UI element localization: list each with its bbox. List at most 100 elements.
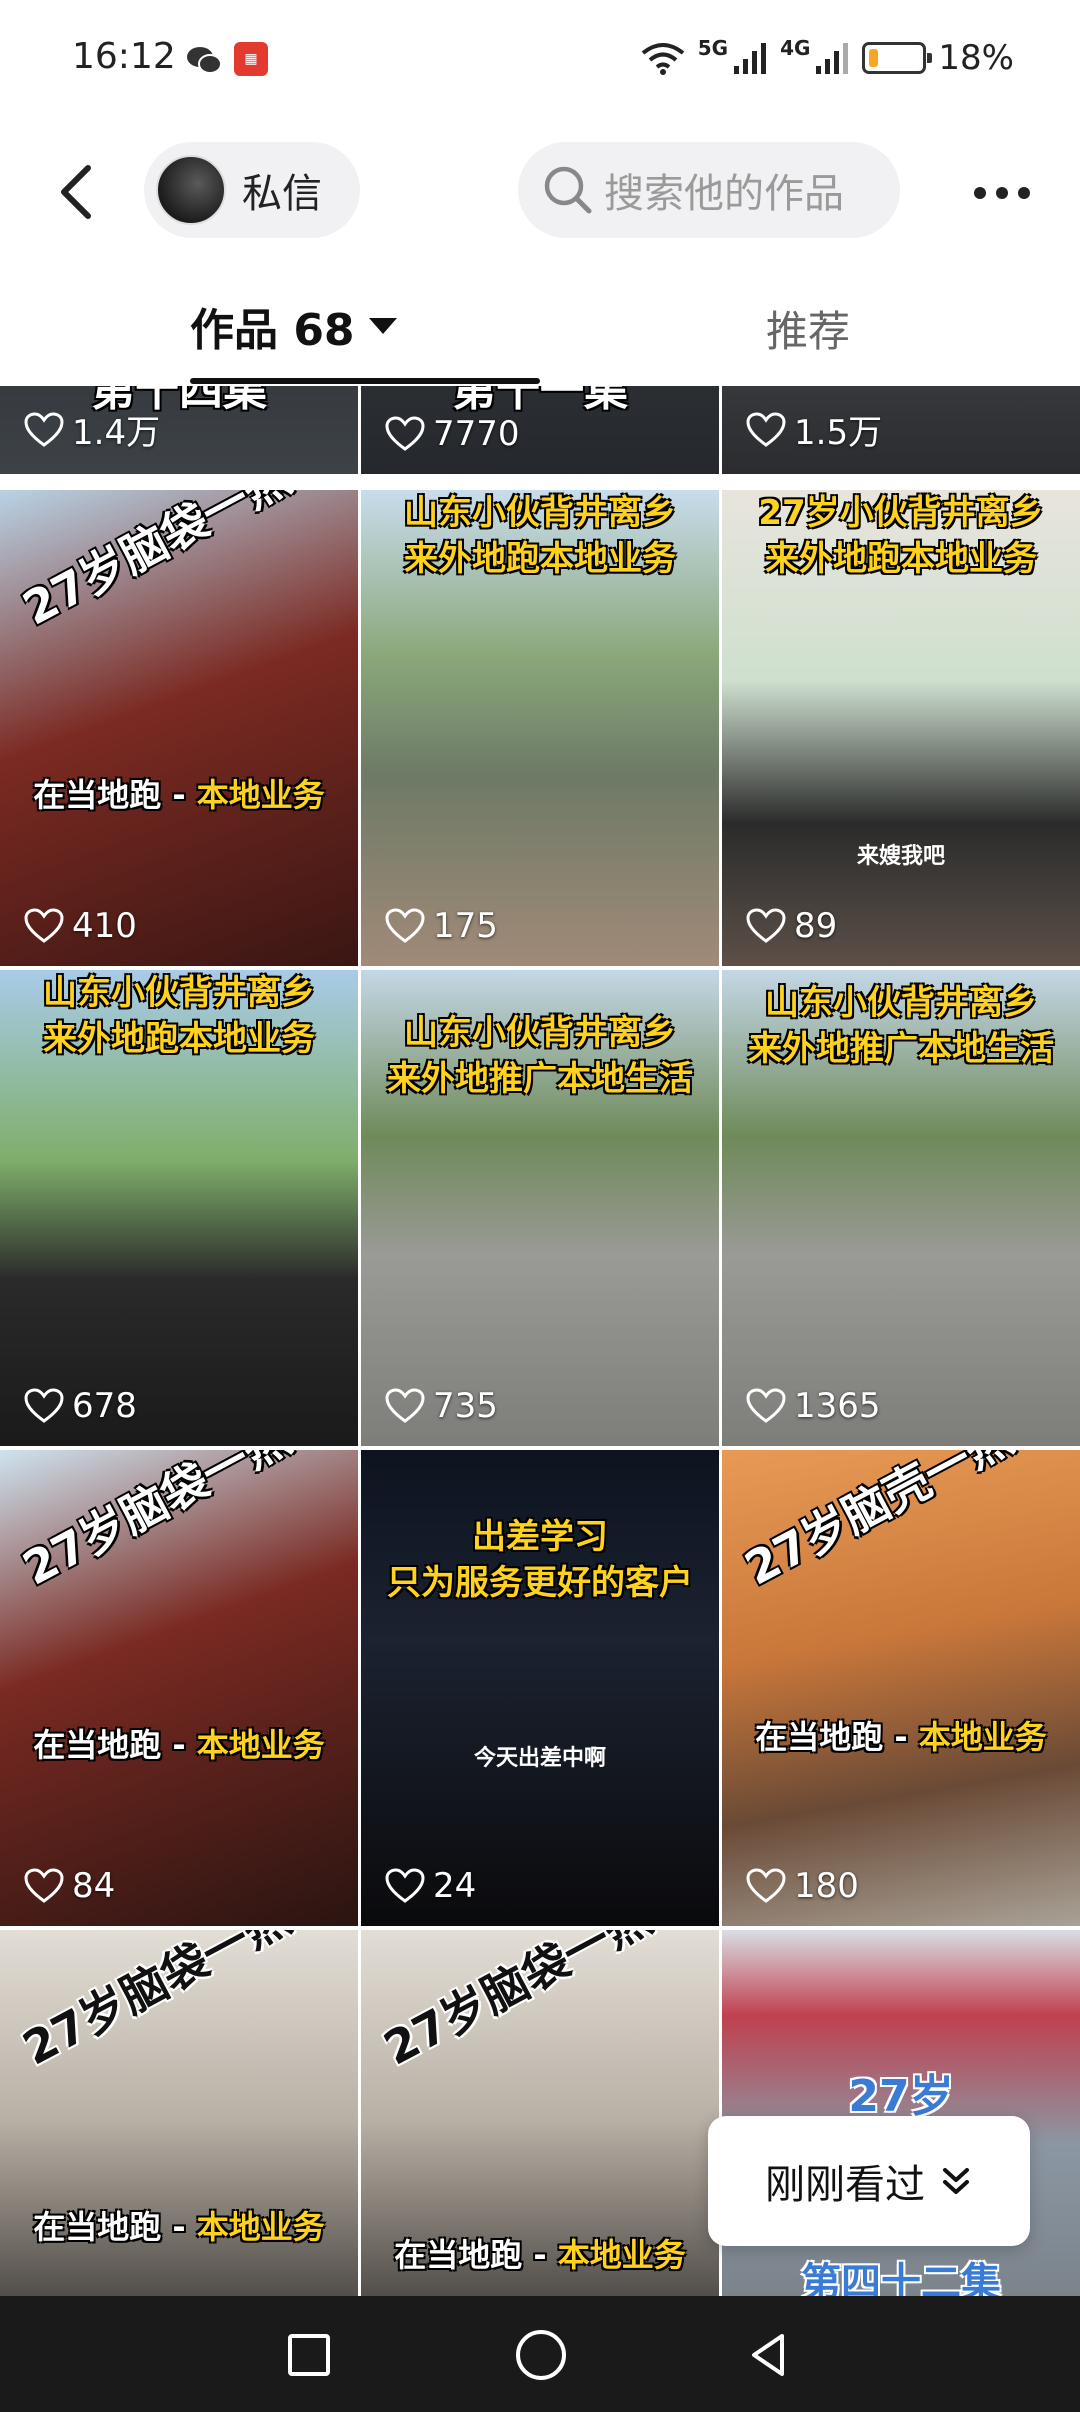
video-tile[interactable]: 第十四集 1.4万 xyxy=(0,386,358,474)
nav-back-icon[interactable] xyxy=(744,2330,794,2380)
just-watched-button[interactable]: 刚刚看过 xyxy=(708,2116,1030,2246)
tab-recommend[interactable]: 推荐 xyxy=(766,298,850,359)
battery-icon xyxy=(862,42,933,74)
video-tile[interactable]: 27岁小伙背井离乡 来外地跑本地业务 来嫂我吧 89 xyxy=(722,490,1080,966)
video-tile[interactable]: 27岁脑袋一热 在当地跑 - 本地业务 84 xyxy=(0,1450,358,1926)
heart-icon xyxy=(24,1388,64,1423)
video-tile[interactable]: 27岁脑袋一热 在当地跑 - 本地业务 xyxy=(361,1930,719,2296)
video-tile[interactable]: 山东小伙背井离乡 来外地推广本地生活 1365 xyxy=(722,970,1080,1446)
caption-part-b: 本地业务 xyxy=(918,1718,1047,1756)
more-icon[interactable] xyxy=(964,168,1040,218)
double-chevron-down-icon xyxy=(943,2168,969,2194)
like-count-text: 1.5万 xyxy=(794,413,883,453)
like-count: 1.5万 xyxy=(746,405,882,454)
like-count: 7770 xyxy=(385,414,520,454)
caption-part-a: 在当地跑 - xyxy=(33,776,197,814)
caption-part-a: 在当地跑 - xyxy=(394,2236,558,2274)
header: 私信 搜索他的作品 xyxy=(0,128,1080,256)
heart-icon xyxy=(746,908,786,943)
heart-icon xyxy=(746,1388,786,1423)
battery-percent: 18% xyxy=(938,38,1014,78)
search-input[interactable]: 搜索他的作品 xyxy=(518,142,900,238)
system-nav-bar xyxy=(0,2296,1080,2412)
video-tile[interactable]: 山东小伙背井离乡 来外地跑本地业务 678 xyxy=(0,970,358,1446)
caption-part-a: 在当地跑 - xyxy=(33,2208,197,2246)
episode-label: 第四十二集 xyxy=(801,2260,1001,2296)
caption-part-b: 本地业务 xyxy=(196,776,325,814)
like-count-text: 84 xyxy=(72,1866,116,1906)
like-count-text: 410 xyxy=(72,906,137,946)
battery-fill xyxy=(869,49,879,67)
tile-top-text: 27岁 xyxy=(848,2071,954,2122)
tile-title: 山东小伙背井离乡 来外地推广本地生活 xyxy=(748,983,1054,1069)
recent-apps-icon[interactable] xyxy=(288,2334,330,2376)
heart-icon xyxy=(746,1868,786,1903)
search-placeholder: 搜索他的作品 xyxy=(604,171,844,217)
like-count: 1365 xyxy=(746,1386,881,1426)
like-count: 410 xyxy=(24,906,137,946)
network-4g-label: 4G xyxy=(780,36,811,60)
tile-title: 山东小伙背井离乡 来外地跑本地业务 xyxy=(43,973,315,1059)
caption-part-a: 在当地跑 - xyxy=(755,1718,919,1756)
tile-bottom-caption: 在当地跑 - 本地业务 xyxy=(0,1720,358,1766)
status-bar: 16:12 ▦ 5G 4G 18% xyxy=(0,0,1080,128)
heart-icon xyxy=(24,908,64,943)
like-count: 1.4万 xyxy=(24,405,160,454)
tile-diagonal-title: 27岁脑袋一热 xyxy=(14,1450,300,1596)
video-tile[interactable]: 27岁脑袋一热 在当地跑 - 本地业务 410 xyxy=(0,490,358,966)
tile-diagonal-title: 27岁脑袋一热 xyxy=(375,1930,661,2076)
like-count-text: 175 xyxy=(433,906,498,946)
caption-part-b: 本地业务 xyxy=(196,2208,325,2246)
search-icon xyxy=(544,166,592,214)
caption-part-a: 在当地跑 - xyxy=(33,1726,197,1764)
tile-bottom-caption: 在当地跑 - 本地业务 xyxy=(722,1712,1080,1758)
episode-label: 第十一集 xyxy=(452,386,628,416)
tile-diagonal-title: 27岁脑袋一热 xyxy=(14,490,300,636)
tile-title: 山东小伙背井离乡 来外地推广本地生活 xyxy=(387,1013,693,1099)
video-tile[interactable]: 第十一集 7770 xyxy=(361,386,719,474)
like-count: 175 xyxy=(385,906,498,946)
back-arrow-icon[interactable] xyxy=(42,154,118,230)
wifi-icon xyxy=(641,43,684,75)
tile-title: 出差学习 只为服务更好的客户 xyxy=(387,1517,693,1603)
heart-icon xyxy=(24,411,64,447)
tab-works[interactable]: 作品 68 xyxy=(190,294,397,358)
video-tile[interactable]: 27岁脑壳一热 在当地跑 - 本地业务 180 xyxy=(722,1450,1080,1926)
heart-icon xyxy=(746,411,786,447)
heart-icon xyxy=(385,416,425,451)
like-count-text: 180 xyxy=(794,1866,859,1906)
like-count-text: 89 xyxy=(794,906,838,946)
tile-subtitle: 来嫂我吧 xyxy=(856,844,945,869)
like-count: 84 xyxy=(24,1866,115,1906)
caption-part-b: 本地业务 xyxy=(557,2236,686,2274)
dm-button[interactable]: 私信 xyxy=(144,142,360,238)
dm-label: 私信 xyxy=(242,171,322,217)
tile-bottom-caption: 在当地跑 - 本地业务 xyxy=(0,770,358,816)
tile-title: 27岁小伙背井离乡 来外地跑本地业务 xyxy=(758,493,1044,579)
caret-down-icon xyxy=(368,318,397,334)
like-count: 180 xyxy=(746,1866,859,1906)
tile-diagonal-title: 27岁脑袋一热 xyxy=(14,1930,300,2076)
caption-part-b: 本地业务 xyxy=(196,1726,325,1764)
video-tile[interactable]: 出差学习 只为服务更好的客户 今天出差中啊 24 xyxy=(361,1450,719,1926)
app-badge-icon: ▦ xyxy=(234,42,268,76)
video-tile[interactable]: 1.5万 xyxy=(722,386,1080,474)
tab-active-indicator xyxy=(190,378,540,384)
home-icon[interactable] xyxy=(516,2330,566,2380)
heart-icon xyxy=(385,1868,425,1903)
tile-subtitle: 今天出差中啊 xyxy=(473,1746,606,1771)
video-tile[interactable]: 山东小伙背井离乡 来外地推广本地生活 735 xyxy=(361,970,719,1446)
just-watched-label: 刚刚看过 xyxy=(765,2162,925,2208)
avatar xyxy=(156,155,226,225)
signal-4g-icon xyxy=(816,43,849,74)
tile-bottom-caption: 在当地跑 - 本地业务 xyxy=(361,2230,719,2276)
like-count: 735 xyxy=(385,1386,498,1426)
heart-icon xyxy=(385,908,425,943)
status-right: 5G 4G 18% xyxy=(640,38,1014,78)
video-tile[interactable]: 27岁脑袋一热 在当地跑 - 本地业务 xyxy=(0,1930,358,2296)
video-tile[interactable]: 山东小伙背井离乡 来外地跑本地业务 175 xyxy=(361,490,719,966)
network-5g-label: 5G xyxy=(697,36,729,60)
like-count: 24 xyxy=(385,1866,476,1906)
status-time: 16:12 xyxy=(72,36,176,77)
like-count-text: 7770 xyxy=(433,414,520,454)
